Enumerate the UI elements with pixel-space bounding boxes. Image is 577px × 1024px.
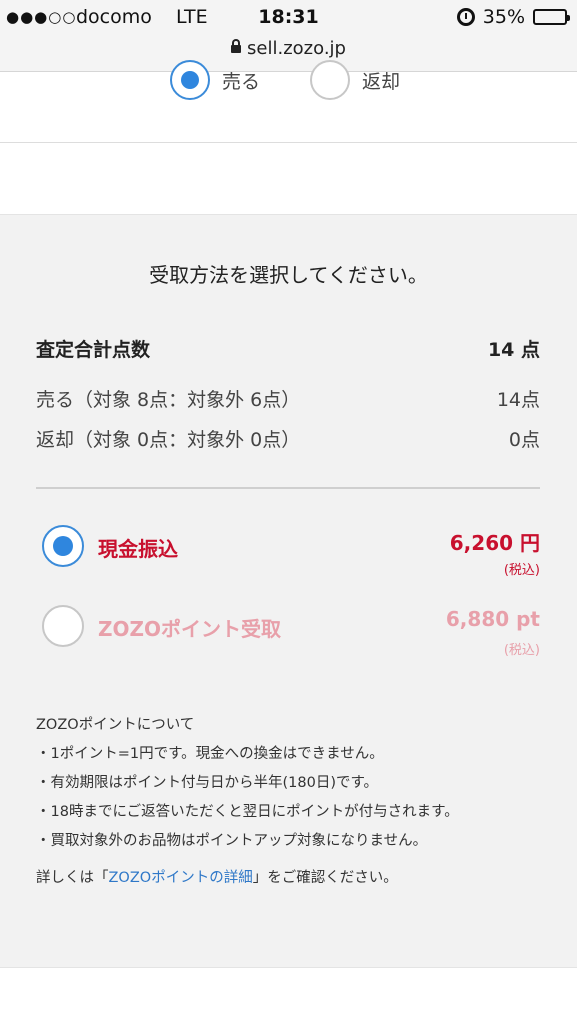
return-count-value: 0点 [508, 429, 540, 451]
zozo-points-option-label[interactable]: ZOZOポイント受取 [98, 613, 281, 642]
sell-count-label: 売る（対象 8点：対象外 6点） [36, 389, 301, 411]
sell-count-value: 14点 [496, 389, 540, 411]
receipt-method-panel: 受取方法を選択してください。 査定合計点数 14 点 売る（対象 8点：対象外 … [0, 214, 577, 968]
cash-tax-note: (税込) [503, 563, 540, 578]
lock-icon [231, 39, 242, 53]
return-count-label: 返却（対象 0点：対象外 0点） [36, 429, 301, 451]
notes-more-suffix: 」をご確認ください。 [252, 870, 398, 886]
radio-sell-label[interactable]: 売る [222, 67, 260, 94]
zozo-points-detail-link[interactable]: ZOZOポイントの詳細 [109, 870, 253, 886]
section-divider [0, 142, 577, 143]
status-right: 35% [456, 6, 570, 28]
total-count-value: 14 点 [487, 339, 540, 361]
radio-zozo-points[interactable] [42, 605, 84, 647]
summary-divider [36, 487, 540, 489]
battery-icon [533, 9, 570, 25]
sell-return-selector: 売る 返却 [170, 60, 450, 100]
notes-item: ・18時までにご返答いただくと翌日にポイントが付与されます。 [36, 804, 459, 820]
cash-option-label[interactable]: 現金振込 [98, 533, 178, 562]
notes-item: ・買取対象外のお品物はポイントアップ対象になりません。 [36, 833, 428, 849]
notes-item: ・有効期限はポイント付与日から半年(180日)です。 [36, 775, 379, 791]
notes-more-prefix: 詳しくは「 [36, 870, 109, 886]
radio-sell[interactable] [170, 60, 210, 100]
address-bar[interactable]: sell.zozo.jp [0, 38, 577, 59]
radio-return[interactable] [310, 60, 351, 100]
radio-cash[interactable] [42, 525, 84, 567]
notes-more: 詳しくは「ZOZOポイントの詳細」をご確認ください。 [36, 864, 540, 893]
battery-percent: 35% [482, 6, 525, 28]
payment-option-zozo-points[interactable]: ZOZOポイント受取 6,880 pt (税込) [40, 605, 540, 665]
radio-return-label[interactable]: 返却 [362, 67, 400, 94]
return-count-row: 返却（対象 0点：対象外 0点） 0点 [36, 425, 540, 452]
total-count-label: 査定合計点数 [36, 339, 151, 361]
page-url: sell.zozo.jp [247, 38, 346, 59]
zozo-points-notes: ZOZOポイントについて ・1ポイント=1円です。現金への換金はできません。 ・… [36, 711, 540, 893]
sell-count-row: 売る（対象 8点：対象外 6点） 14点 [36, 385, 540, 412]
total-count-row: 査定合計点数 14 点 [36, 335, 540, 362]
alarm-icon [456, 8, 475, 26]
payment-option-cash[interactable]: 現金振込 6,260 円 (税込) [40, 525, 540, 585]
zozo-points-amount: 6,880 pt [445, 607, 540, 631]
panel-title: 受取方法を選択してください。 [149, 263, 428, 287]
cash-amount: 6,260 円 [449, 531, 540, 555]
notes-heading: ZOZOポイントについて [36, 717, 195, 733]
zozo-points-tax-note: (税込) [503, 643, 540, 658]
notes-item: ・1ポイント=1円です。現金への換金はできません。 [36, 746, 384, 762]
